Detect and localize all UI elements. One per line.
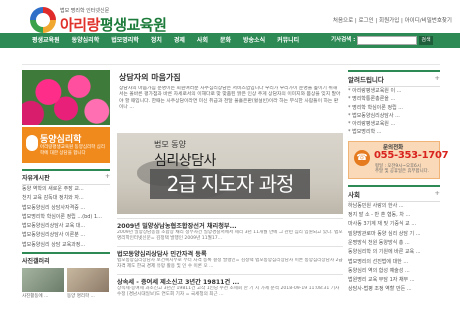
society-list: 하남동민원 사랑의 한사 ... 정지 발 소 - 반 혼 협동, 차 ... … bbox=[348, 202, 440, 295]
free-board-heading: 자유게시판 + bbox=[22, 171, 110, 185]
list-item[interactable]: 법모명리학 학심이론 정립 ...(bd) 1... bbox=[22, 213, 110, 222]
list-item[interactable]: 동양심리 역의 합성 예술성 ... bbox=[348, 267, 440, 276]
phone-icon: ☎ bbox=[354, 149, 370, 166]
notice-title: 알려드립니다 bbox=[348, 76, 384, 84]
nav-item-society[interactable]: 사회 bbox=[191, 33, 214, 48]
nav-items: 평생교육원 동양심리학 법모명리학 정치 경제 사회 문화 방송소식 커뮤니티 bbox=[26, 33, 305, 48]
free-board-list: 동양 역학의 새로운 주장 교... 천지 교육 감독대 정치와 자... 법모… bbox=[22, 185, 110, 250]
society-title: 사회 bbox=[348, 190, 360, 199]
news-item: 상속세 - 증여세 제소신고 3년간 19811건 ... 상속세·증여세 과소… bbox=[117, 274, 343, 298]
gallery-caption[interactable]: 동양 명리학 ... bbox=[67, 293, 109, 299]
notice-heading: 알려드립니다 + bbox=[348, 70, 440, 87]
hero-line-1: 법모 동양 bbox=[154, 140, 186, 149]
psychology-banner[interactable]: 동양심리학 아리랑평생교육원 동양심리학 심리학에 대한 상담을 합니다 bbox=[22, 127, 110, 163]
gallery-item[interactable]: 동양 명리학 ... bbox=[67, 268, 109, 299]
list-item[interactable]: 법원명리 교육 부담 1자 채부 ... bbox=[348, 276, 440, 285]
news-summary: 2009년 밀양상남농협 조합장 채리 청부사건 밀양경찰서에서 제리 3년 1… bbox=[117, 230, 343, 242]
news-item: 법모동양심리상담사 민간자격 등록 법모동양심리상담사 보건복지부로 부터 자격… bbox=[117, 246, 343, 270]
hero-banner[interactable]: 법모 동양 심리상담사 2급 지도자 과정 bbox=[117, 133, 343, 214]
psychology-banner-text: 아리랑평생교육원 동양심리학 심리학에 대한 상담을 합니다 bbox=[40, 145, 105, 156]
content-divider bbox=[22, 64, 440, 65]
hero-line-3: 2급 지도자 과정 bbox=[150, 169, 310, 199]
gallery-thumbnail[interactable] bbox=[67, 268, 109, 293]
search-input[interactable] bbox=[357, 36, 417, 45]
list-item[interactable]: * 법모동양심리상담사 ... bbox=[348, 112, 440, 120]
search-button[interactable]: 검색 bbox=[419, 36, 433, 45]
site-logo[interactable]: 법모 명리학 인터넷신문 아리랑평생교육원 bbox=[30, 6, 200, 34]
list-item[interactable]: 법모동양심리상담사 이론분 ... bbox=[22, 231, 110, 240]
nav-item-culture[interactable]: 문화 bbox=[214, 33, 237, 48]
news-item: 2009년 밀양상남농협조합장선거 채리청부... 2009년 밀양상남농협 조… bbox=[117, 218, 343, 242]
list-item[interactable]: 밀양방관로마 동양 심리 상담 기 ... bbox=[348, 230, 440, 239]
list-item[interactable]: * 명리학통론총론을 ... bbox=[348, 95, 440, 103]
logo-name-part-a: 아리랑 bbox=[60, 16, 100, 34]
list-item[interactable]: 상담사-법평 조정 역할 만든 ... bbox=[348, 285, 440, 294]
nav-item-politics[interactable]: 정치 bbox=[145, 33, 168, 48]
logo-emblem-icon bbox=[30, 7, 56, 33]
free-board-title: 자유게시판 bbox=[22, 175, 50, 182]
psychology-banner-title: 동양심리학 bbox=[40, 135, 82, 145]
list-item[interactable]: 법모동양심리 상담 교육과정... bbox=[22, 241, 110, 250]
list-item[interactable]: * 아리랑평생교육원 ... bbox=[348, 120, 440, 128]
news-summary: 상속세·증여세 과소신고 3년간 19811건 고작 1인당 수천 조세회 한 … bbox=[117, 286, 340, 298]
contact-box[interactable]: ☎ 문의전화 055-353-1707 평일 : 오전9시~오후6시 주말 및 … bbox=[348, 140, 449, 179]
free-board-box: 자유게시판 + 동양 역학의 새로운 주장 교... 천지 교육 감독대 정치와 … bbox=[22, 169, 110, 250]
photo-gallery-heading: 사진갤러리 bbox=[22, 252, 110, 265]
news-list: 2009년 밀양상남농협조합장선거 채리청부... 2009년 밀양상남농협 조… bbox=[117, 218, 343, 302]
list-item[interactable]: 법모동양심리 상담사자격증 ... bbox=[22, 204, 110, 213]
top-links[interactable]: 처음으로 | 로그인 | 회원가입 | 아이디/비밀번호찾기 bbox=[333, 16, 452, 24]
list-item[interactable]: 마사동 3기계 재 및 기증식 교 ... bbox=[348, 220, 440, 229]
news-title[interactable]: 법모동양심리상담사 민간자격 등록 bbox=[117, 249, 343, 258]
list-item[interactable]: 천지 교육 감독대 정치와 자... bbox=[22, 194, 110, 203]
photo-gallery: 사진활동에 ... 동양 명리학 ... bbox=[22, 268, 110, 299]
logo-name-part-b: 평생교육원 bbox=[99, 16, 167, 34]
left-column: 동양심리학 아리랑평생교육원 동양심리학 심리학에 대한 상담을 합니다 자유게… bbox=[22, 70, 110, 299]
search-label: 기사검색 : bbox=[331, 37, 356, 43]
contact-phone: 055-353-1707 bbox=[374, 149, 449, 161]
society-heading: 사회 + bbox=[348, 184, 440, 202]
nav-item-community[interactable]: 커뮤니티 bbox=[271, 33, 305, 48]
news-title[interactable]: 2009년 밀양상남농협조합장선거 채리청부... bbox=[117, 221, 343, 230]
logo-subtitle: 법모 명리학 인터넷신문 bbox=[60, 8, 110, 14]
list-item[interactable]: 정지 발 소 - 반 혼 협동, 차 ... bbox=[348, 211, 440, 220]
notice-list: * 아리랑평생교육원 이 ... * 명리학통론총론을 ... * 명리학 학심… bbox=[348, 87, 440, 137]
news-title[interactable]: 상속세 - 증여세 제소신고 3년간 19811건 ... bbox=[117, 277, 343, 286]
lead-article-text: 상담자의 마음가짐 운명이는 회원여러분 사주심리상담은 서비스업입니다 우리가… bbox=[119, 86, 341, 110]
logo-name: 아리랑평생교육원 bbox=[60, 14, 167, 35]
hero-line-2: 심리상담사 bbox=[154, 153, 216, 169]
list-item[interactable]: 법모명리의 선진법에 대한 ... bbox=[348, 258, 440, 267]
more-plus-icon[interactable]: + bbox=[105, 173, 110, 180]
right-column: 알려드립니다 + * 아리랑평생교육원 이 ... * 명리학통론총론을 ... … bbox=[348, 70, 449, 295]
nav-item-broadcast[interactable]: 방송소식 bbox=[237, 33, 271, 48]
more-plus-icon[interactable]: + bbox=[435, 189, 440, 197]
nav-item-lifelong-education[interactable]: 평생교육원 bbox=[26, 33, 66, 48]
gallery-thumbnail[interactable] bbox=[22, 268, 64, 293]
list-item[interactable]: 운명방식 천원 동양방식 총 ... bbox=[348, 239, 440, 248]
news-summary: 법모동양심리상담사 보건복지부로 부터 자격 등록 결정 발행인= 김정택 법모… bbox=[117, 258, 343, 270]
nav-item-oriental-psychology[interactable]: 동양심리학 bbox=[66, 33, 106, 48]
lead-article-title[interactable]: 상담자의 마음가짐 bbox=[119, 72, 181, 83]
gallery-item[interactable]: 사진활동에 ... bbox=[22, 268, 64, 299]
nav-item-myeongri[interactable]: 법모명리학 bbox=[105, 33, 145, 48]
nav-item-economy[interactable]: 경제 bbox=[168, 33, 191, 48]
flower-photo[interactable] bbox=[22, 70, 110, 125]
list-item[interactable]: * 명리학 학심이론 정립 ... bbox=[348, 104, 440, 112]
microphone-icon bbox=[26, 135, 38, 151]
list-item[interactable]: 법모동양심리상담사 교육 대... bbox=[22, 222, 110, 231]
more-plus-icon[interactable]: + bbox=[435, 74, 440, 82]
list-item[interactable]: 동양 역학의 새로운 주장 교... bbox=[22, 185, 110, 194]
list-item[interactable]: 동양심리학 의 기원에 바른 교육 ... bbox=[348, 248, 440, 257]
list-item[interactable]: 하남동민원 사랑의 한사 ... bbox=[348, 202, 440, 211]
list-item[interactable]: * 아리랑평생교육원 이 ... bbox=[348, 87, 440, 95]
main-nav: 평생교육원 동양심리학 법모명리학 정치 경제 사회 문화 방송소식 커뮤니티 … bbox=[0, 33, 460, 48]
society-box: 사회 + 하남동민원 사랑의 한사 ... 정지 발 소 - 반 혼 협동, 차 … bbox=[348, 184, 440, 295]
gallery-caption[interactable]: 사진활동에 ... bbox=[22, 293, 64, 299]
contact-hours: 평일 : 오전9시~오후6시 주말 및 공휴일은 휴무합니다. bbox=[375, 163, 430, 175]
notice-box: 알려드립니다 + * 아리랑평생교육원 이 ... * 명리학통론총론을 ... … bbox=[348, 70, 440, 137]
list-item[interactable]: * 법모명리학 ... bbox=[348, 128, 440, 136]
